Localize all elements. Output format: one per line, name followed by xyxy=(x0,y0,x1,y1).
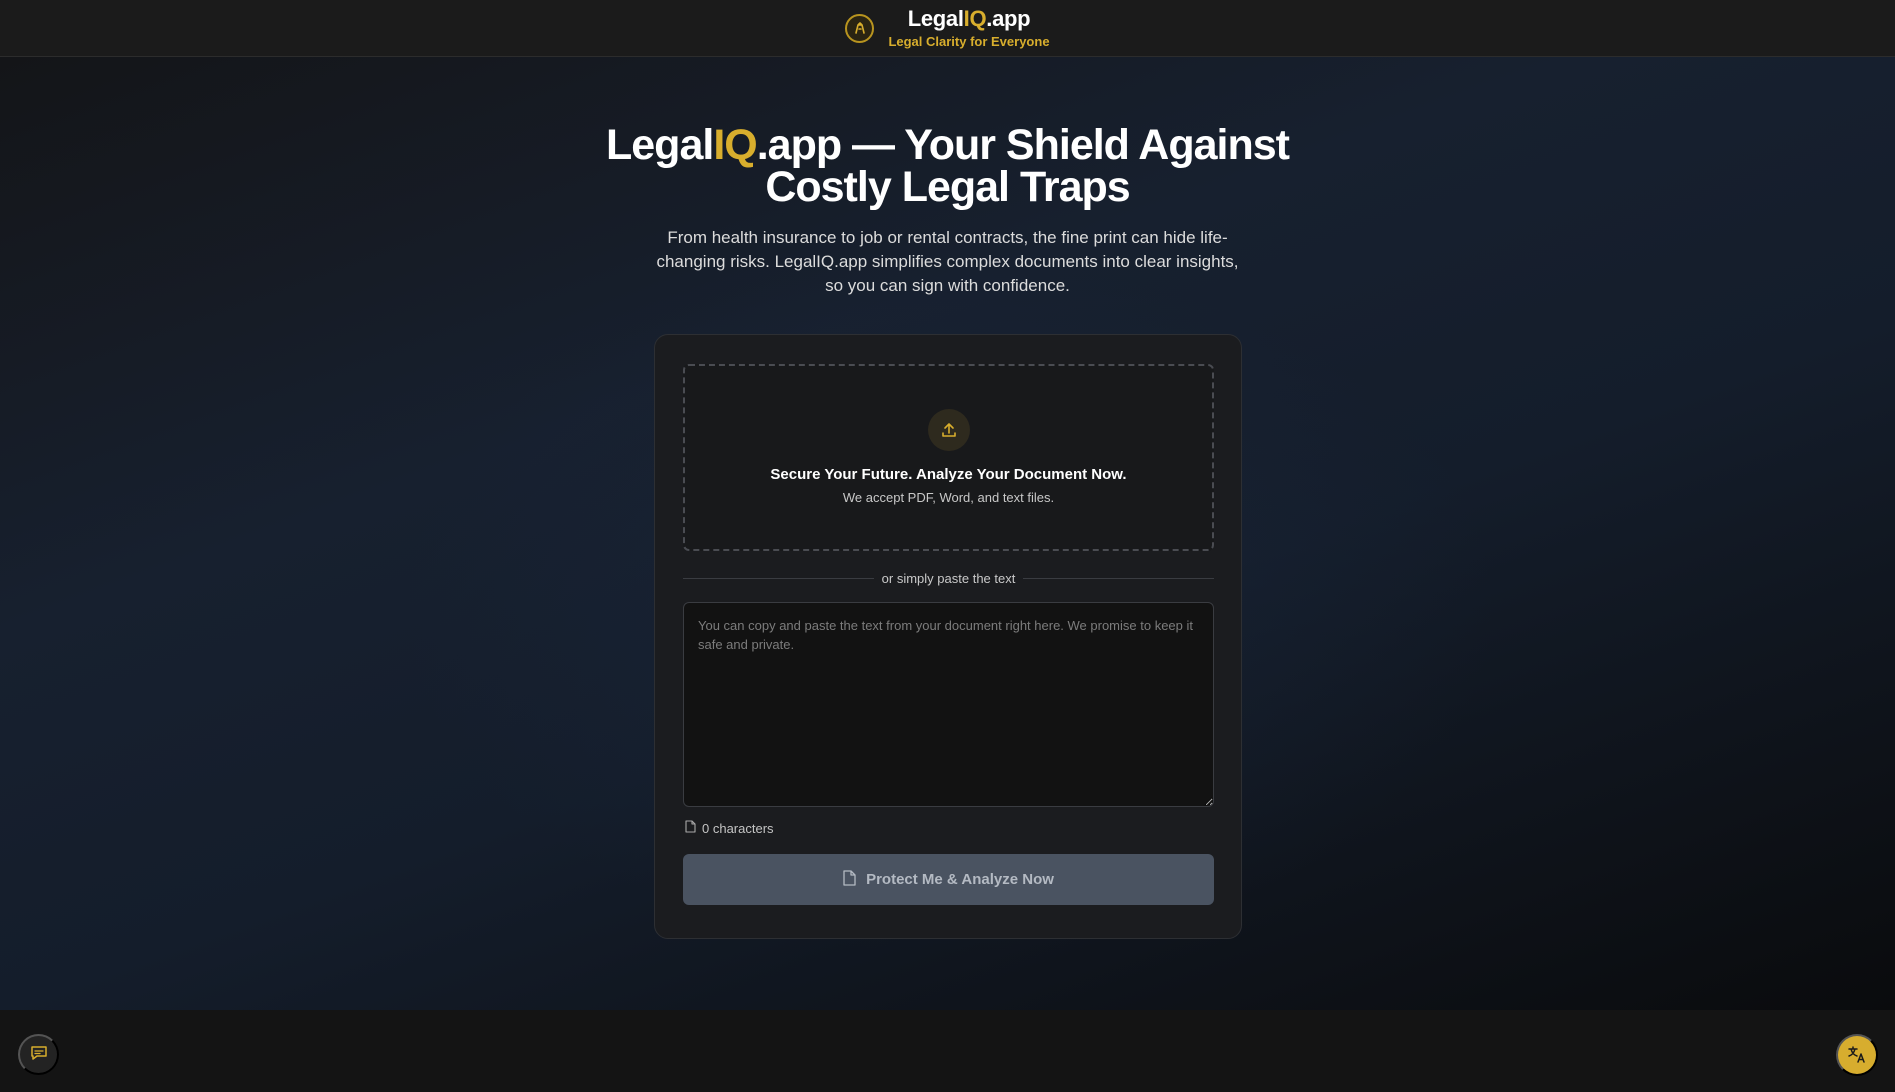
upload-icon xyxy=(927,409,970,451)
dropzone-subtitle: We accept PDF, Word, and text files. xyxy=(842,490,1055,505)
brand-name-highlight: IQ xyxy=(963,6,987,31)
analyze-button[interactable]: Protect Me & Analyze Now xyxy=(683,854,1214,905)
hero: LegalIQ.app — Your Shield Against Costly… xyxy=(0,124,1895,298)
page-title: LegalIQ.app — Your Shield Against Costly… xyxy=(588,121,1308,211)
brand-name-suffix: .app xyxy=(986,6,1031,31)
file-icon xyxy=(843,869,856,890)
brand-name: LegalIQ.app xyxy=(908,8,1031,30)
message-icon xyxy=(30,1044,48,1065)
divider-text: or simply paste the text xyxy=(881,570,1016,586)
footer xyxy=(0,1010,1895,1092)
gavel-icon xyxy=(845,13,875,43)
file-dropzone[interactable]: Secure Your Future. Analyze Your Documen… xyxy=(683,364,1214,551)
translate-icon xyxy=(1847,1044,1867,1067)
title-highlight: IQ xyxy=(713,121,757,169)
or-divider: or simply paste the text xyxy=(683,570,1215,586)
character-count: 0 characters xyxy=(685,820,774,836)
brand[interactable]: LegalIQ.app Legal Clarity for Everyone xyxy=(845,8,1050,49)
top-header: LegalIQ.app Legal Clarity for Everyone xyxy=(0,0,1895,57)
divider-line-right xyxy=(1023,577,1215,579)
analyze-button-label: Protect Me & Analyze Now xyxy=(866,871,1054,888)
brand-text: LegalIQ.app Legal Clarity for Everyone xyxy=(888,8,1050,49)
brand-tagline: Legal Clarity for Everyone xyxy=(888,34,1050,49)
feedback-button[interactable] xyxy=(18,1034,59,1075)
character-count-text: 0 characters xyxy=(702,820,774,836)
dropzone-title: Secure Your Future. Analyze Your Documen… xyxy=(770,466,1127,483)
file-icon xyxy=(685,820,696,836)
brand-name-prefix: Legal xyxy=(907,6,964,31)
analyze-card: Secure Your Future. Analyze Your Documen… xyxy=(654,334,1242,939)
divider-line-left xyxy=(683,577,874,579)
main-area: LegalIQ.app — Your Shield Against Costly… xyxy=(0,57,1895,1010)
translate-button[interactable] xyxy=(1836,1034,1878,1076)
title-suffix: .app — Your Shield Against Costly Legal … xyxy=(756,121,1290,211)
paste-text-input[interactable] xyxy=(683,602,1214,807)
title-prefix: Legal xyxy=(606,121,714,169)
page-subtitle: From health insurance to job or rental c… xyxy=(656,228,1239,295)
